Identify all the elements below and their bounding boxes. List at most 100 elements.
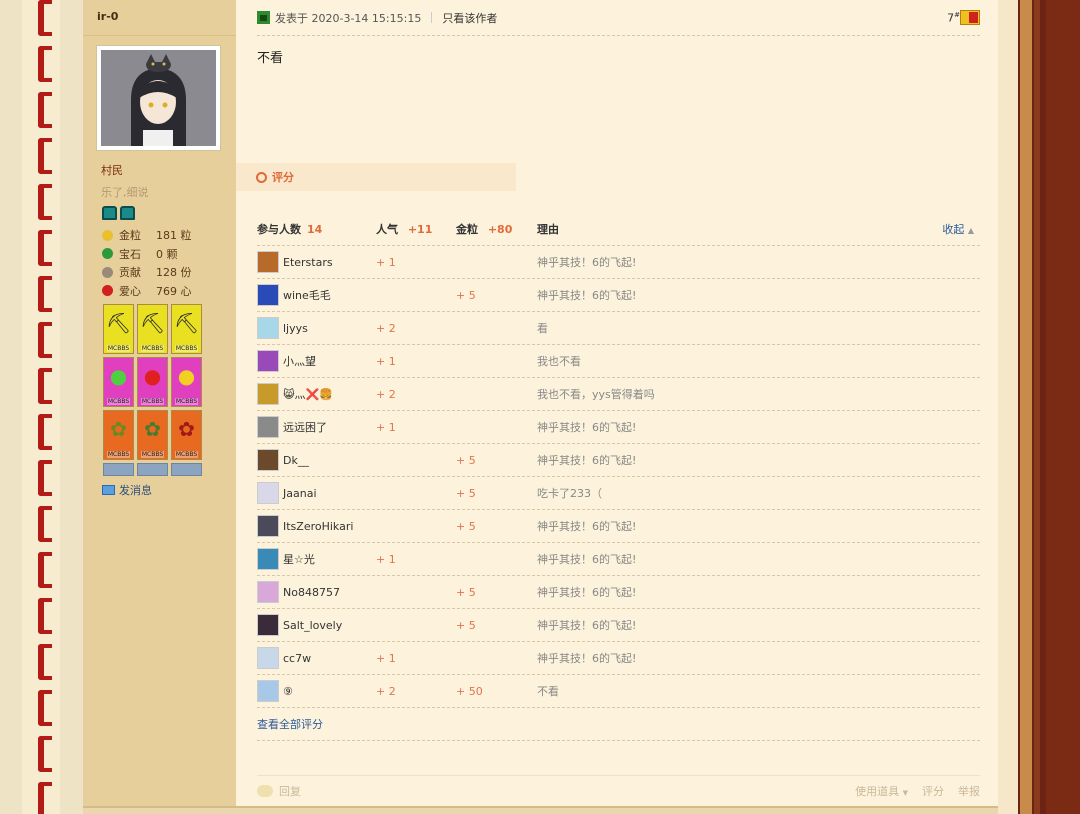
chain-link [38, 184, 52, 220]
rater-name[interactable]: Eterstars [283, 256, 333, 269]
rating-user-cell[interactable]: wine毛毛 [257, 284, 376, 306]
rating-reason: 神乎其技！6的飞起! [537, 586, 637, 599]
rater-avatar[interactable] [257, 581, 279, 603]
rating-user-cell[interactable]: Eterstars [257, 251, 376, 273]
rating-user-cell[interactable]: 远远困了 [257, 416, 376, 438]
rater-name[interactable]: ItsZeroHikari [283, 520, 353, 533]
rater-avatar[interactable] [257, 680, 279, 702]
gold-apple-icon: ● [177, 364, 196, 388]
rater-name[interactable]: 😸灬❌🍔 [283, 386, 333, 402]
badge-label: MCBBS [174, 345, 199, 352]
author-name-link[interactable]: ir-0 [97, 10, 118, 23]
pickaxe-icon: ⛏ [139, 311, 166, 335]
rater-name[interactable]: 小灬望 [283, 353, 316, 369]
floor-number[interactable]: 7# [947, 11, 960, 25]
chain-link [38, 598, 52, 634]
rater-avatar[interactable] [257, 416, 279, 438]
collapse-ratings-link[interactable]: 收起 ▲ [942, 221, 974, 237]
use-item-dropdown[interactable]: 使用道具 ▼ [855, 783, 908, 799]
rating-user-cell[interactable]: cc7w [257, 647, 376, 669]
rater-name[interactable]: Dk__ [283, 454, 309, 467]
badge-label: MCBBS [174, 398, 199, 405]
rating-user-cell[interactable]: Jaanai [257, 482, 376, 504]
badge-vine-icon[interactable]: ✿ MCBBS [103, 410, 134, 460]
diamond-helmet-medal-icon[interactable] [120, 206, 135, 220]
stat-row: 宝石 0 颗 [102, 245, 192, 264]
reply-button[interactable]: 回复 [279, 783, 301, 799]
rating-user-cell[interactable]: ⑨ [257, 680, 376, 702]
rating-reason: 神乎其技！6的飞起! [537, 454, 637, 467]
badge-label: MCBBS [106, 345, 131, 352]
collapse-label: 收起 [942, 223, 965, 236]
rating-row: Jaanai + 5 吃卡了233（ [257, 477, 980, 510]
user-group-label[interactable]: 村民 [101, 162, 123, 178]
rating-tab-label: 评分 [272, 171, 294, 184]
rater-name[interactable]: Jaanai [283, 487, 317, 500]
rate-button[interactable]: 评分 [922, 783, 944, 799]
badge-red-apple-icon[interactable]: ● MCBBS [137, 357, 168, 407]
rater-name[interactable]: ljyys [283, 322, 308, 335]
green-apple-icon: ● [109, 364, 128, 388]
chain-link [38, 506, 52, 542]
chain-link [38, 322, 52, 358]
rating-user-cell[interactable]: Dk__ [257, 449, 376, 471]
author-avatar[interactable] [96, 45, 221, 151]
rater-avatar[interactable] [257, 317, 279, 339]
rating-row: ⑨ + 2 + 50 不看 [257, 675, 980, 708]
rater-avatar[interactable] [257, 647, 279, 669]
rater-name[interactable]: Salt_lovely [283, 619, 342, 632]
rater-name[interactable]: 远远困了 [283, 419, 327, 435]
rater-avatar[interactable] [257, 449, 279, 471]
badge-leaves-icon[interactable]: ✿ MCBBS [137, 410, 168, 460]
badge-pickaxe-icon[interactable]: ⛏ MCBBS [171, 304, 202, 354]
only-author-link[interactable]: 只看该作者 [442, 10, 497, 26]
rating-user-cell[interactable]: 😸灬❌🍔 [257, 383, 376, 405]
rating-popularity: + 1 [376, 552, 396, 566]
rating-user-cell[interactable]: ljyys [257, 317, 376, 339]
rater-avatar[interactable] [257, 284, 279, 306]
caret-up-icon: ▲ [967, 226, 974, 235]
rater-avatar[interactable] [257, 251, 279, 273]
rater-name[interactable]: ⑨ [283, 685, 293, 698]
rater-name[interactable]: wine毛毛 [283, 287, 331, 303]
diamond-helmet-medal-icon[interactable] [102, 206, 117, 220]
stat-label: 爱心 [119, 284, 141, 298]
badge-gold-apple-icon[interactable]: ● MCBBS [171, 357, 202, 407]
chain-link [38, 460, 52, 496]
avatar-image [101, 50, 216, 146]
avatar-illustration [101, 50, 216, 146]
vine-icon: ✿ [110, 417, 127, 441]
badge-label: MCBBS [106, 398, 131, 405]
rating-user-cell[interactable]: 星☆光 [257, 548, 376, 570]
badge-pickaxe-icon[interactable]: ⛏ MCBBS [103, 304, 134, 354]
user-signature: 乐了,细说 [101, 186, 149, 199]
rater-avatar[interactable] [257, 548, 279, 570]
chain-link [38, 414, 52, 450]
rater-avatar[interactable] [257, 350, 279, 372]
envelope-icon [102, 485, 115, 495]
rating-user-cell[interactable]: No848757 [257, 581, 376, 603]
rating-row: ljyys + 2 看 [257, 312, 980, 345]
rater-name[interactable]: No848757 [283, 586, 340, 599]
badge-pickaxe-icon[interactable]: ⛏ MCBBS [137, 304, 168, 354]
view-all-ratings-link[interactable]: 查看全部评分 [257, 708, 980, 741]
rater-avatar[interactable] [257, 482, 279, 504]
report-button[interactable]: 举报 [958, 783, 980, 799]
rater-avatar[interactable] [257, 614, 279, 636]
badge-green-apple-icon[interactable]: ● MCBBS [103, 357, 134, 407]
report-card-icon[interactable] [960, 10, 980, 25]
rating-user-cell[interactable]: ItsZeroHikari [257, 515, 376, 537]
rater-avatar[interactable] [257, 383, 279, 405]
badge-netherwart-icon[interactable]: ✿ MCBBS [171, 410, 202, 460]
rating-user-cell[interactable]: Salt_lovely [257, 614, 376, 636]
send-message-link[interactable]: 发消息 [102, 482, 152, 498]
stat-row: 金粒 181 粒 [102, 226, 192, 245]
rater-name[interactable]: cc7w [283, 652, 311, 665]
rater-avatar[interactable] [257, 515, 279, 537]
rater-name[interactable]: 星☆光 [283, 551, 315, 567]
send-message-label: 发消息 [119, 484, 152, 497]
rating-user-cell[interactable]: 小灬望 [257, 350, 376, 372]
stat-value: 769 心 [156, 284, 192, 298]
empty-badge-slot [171, 463, 202, 476]
stat-value: 128 份 [156, 266, 192, 280]
